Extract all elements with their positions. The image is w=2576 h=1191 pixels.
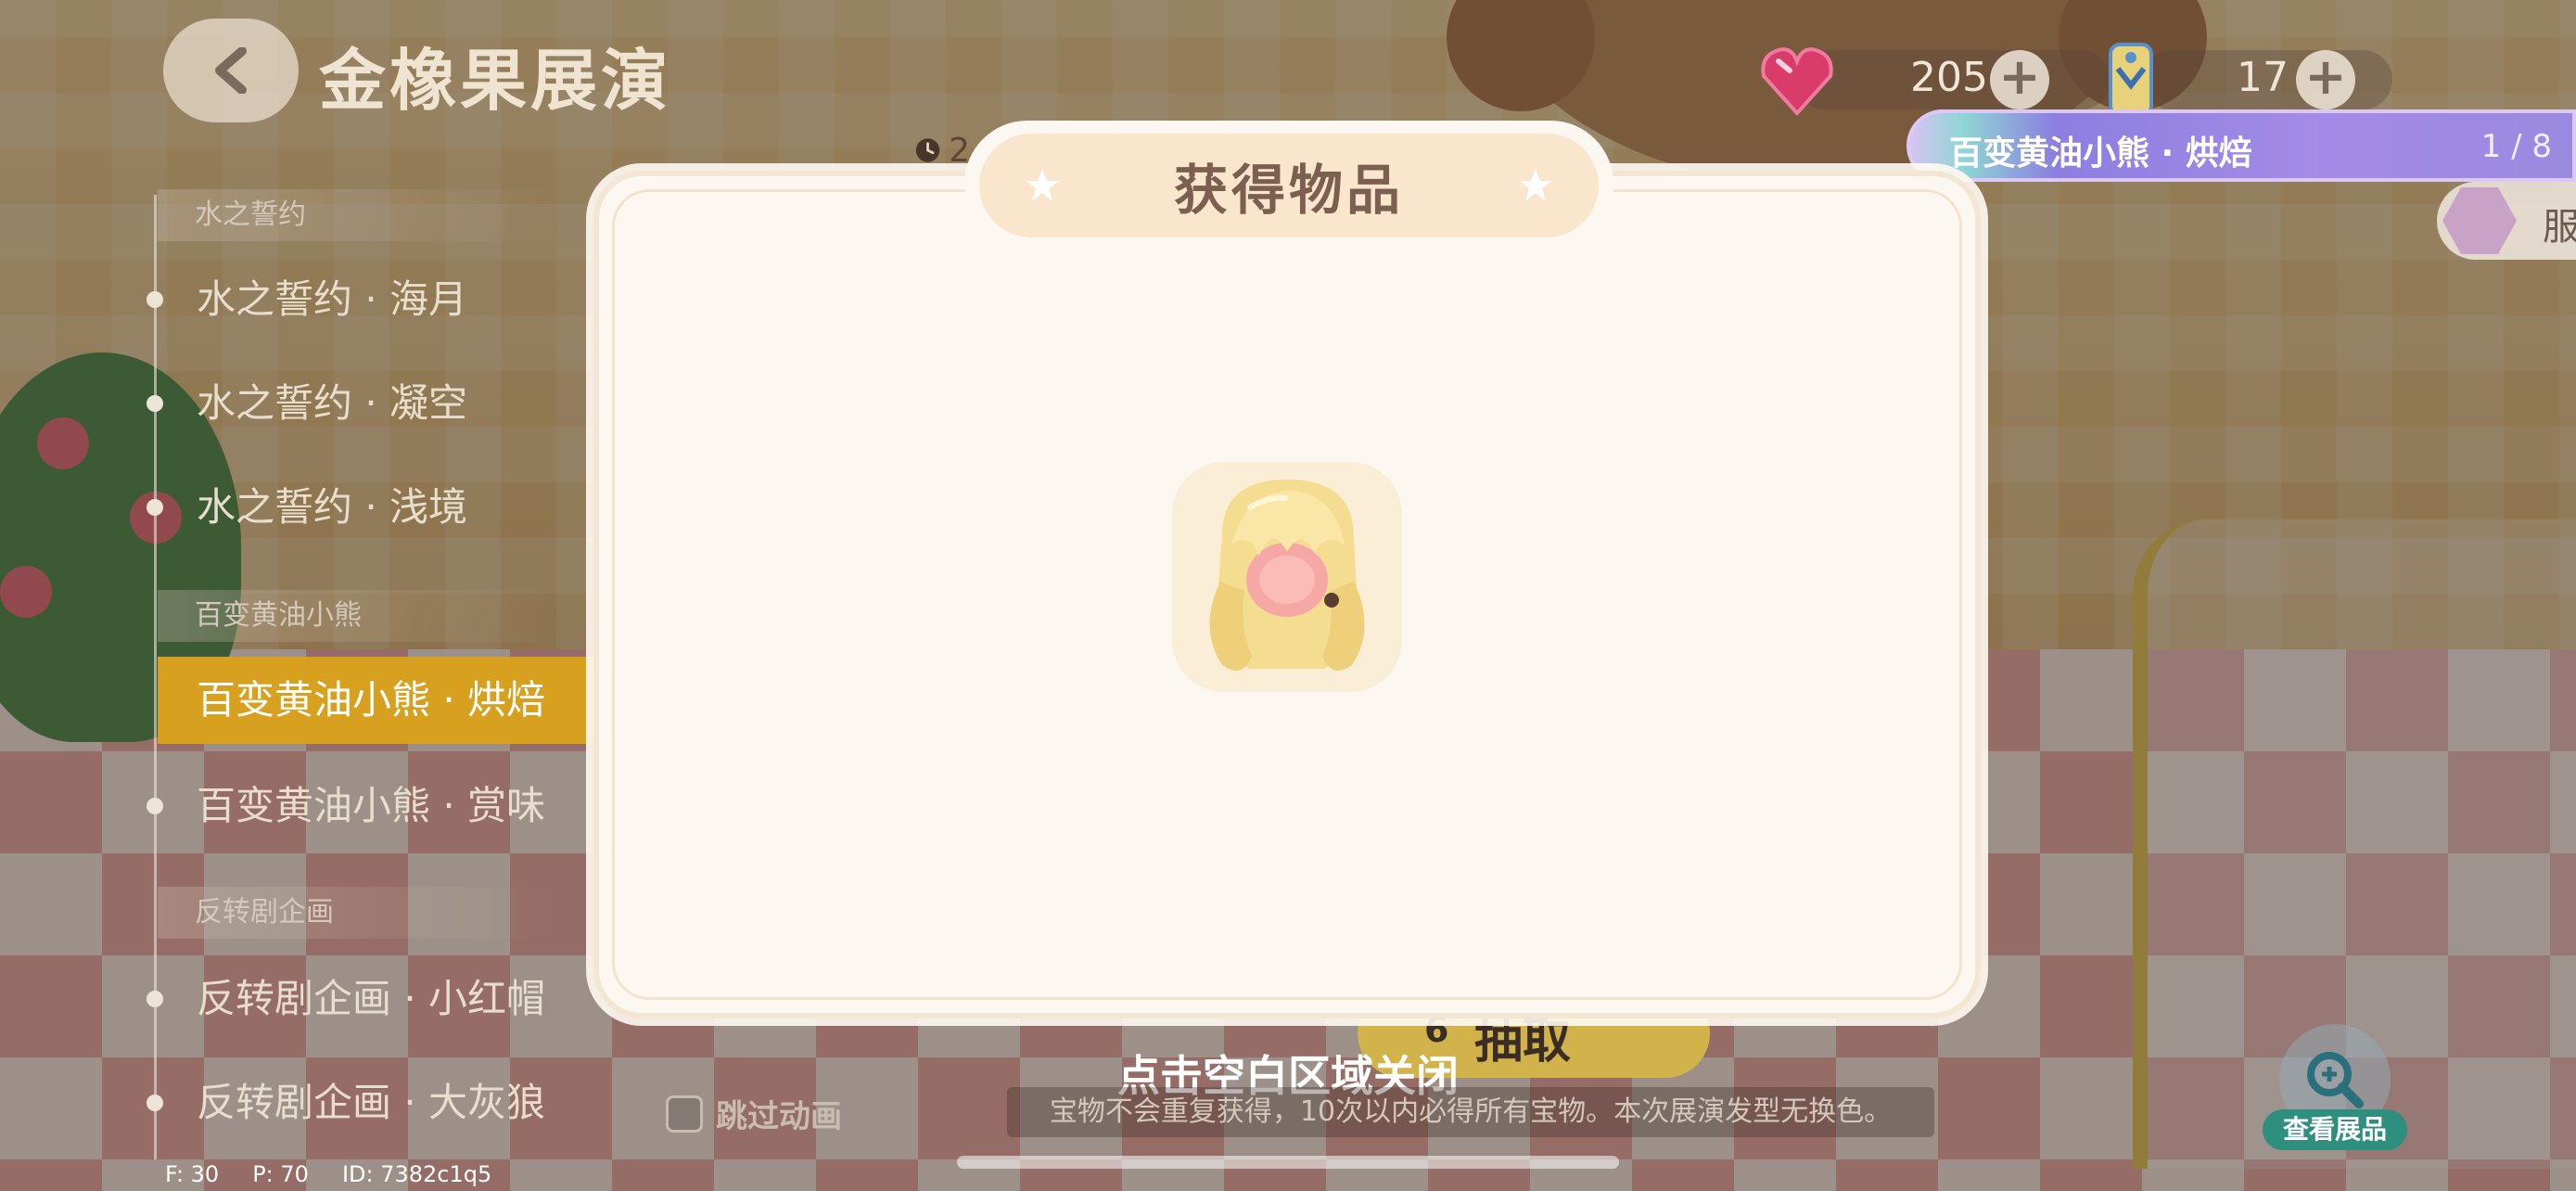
sidebar-group-title: 反转剧企画 xyxy=(158,887,566,939)
debug-ping: P: 70 xyxy=(252,1161,309,1187)
sidebar-item[interactable]: 水之誓约 · 凝空 xyxy=(158,360,593,447)
ticket-counter: 17 + xyxy=(2105,43,2411,117)
draw-rule-note: 宝物不会重复获得，10次以内必得所有宝物。本次展演发型无换色。 xyxy=(1007,1087,1934,1137)
ticket-amount: 17 xyxy=(2237,54,2289,101)
page-title: 金橡果展演 xyxy=(319,42,672,120)
view-exhibits-button[interactable]: 查看展品 xyxy=(2263,1024,2411,1154)
sidebar-item-active[interactable]: 百变黄油小熊 · 烘焙 xyxy=(158,657,593,744)
sidebar-item[interactable]: 反转剧企画 · 小红帽 xyxy=(158,955,593,1043)
debug-fps: F: 30 xyxy=(165,1161,220,1187)
reward-modal-title: 获得物品 xyxy=(1173,159,1404,222)
back-arrow-icon xyxy=(215,47,247,94)
debug-overlay: F: 30 P: 70 ID: 7382c1q5 xyxy=(165,1161,491,1187)
banner-label: 百变黄油小熊 · 烘焙 xyxy=(1949,134,2252,173)
clock-icon xyxy=(915,138,940,162)
sidebar-group-title: 百变黄油小熊 xyxy=(158,590,566,642)
gem-amount: 205 xyxy=(1910,54,1988,101)
star-icon xyxy=(1519,169,1552,201)
sidebar-item[interactable]: 水之誓约 · 海月 xyxy=(158,256,593,343)
reward-item-card[interactable] xyxy=(1172,462,1402,692)
star-icon xyxy=(1026,169,1059,201)
banner-count: 1 / 8 xyxy=(2480,128,2552,165)
outfit-button[interactable]: 服 xyxy=(2437,182,2576,260)
sidebar-item[interactable]: 水之誓约 · 浅境 xyxy=(158,464,593,551)
home-indicator[interactable] xyxy=(957,1156,1619,1169)
view-exhibits-label: 查看展品 xyxy=(2263,1109,2407,1150)
back-button[interactable] xyxy=(163,19,299,122)
draw-ticket-icon xyxy=(2105,41,2157,119)
add-gems-button[interactable]: + xyxy=(1990,50,2049,109)
sidebar-line xyxy=(154,195,157,1159)
gem-counter: 205 + xyxy=(1758,47,2129,116)
debug-id: ID: 7382c1q5 xyxy=(341,1161,492,1187)
reward-modal-header: 获得物品 xyxy=(979,134,1599,237)
shirt-icon xyxy=(2442,187,2517,254)
outfit-button-label: 服 xyxy=(2543,206,2576,249)
sidebar-group-title: 水之誓约 xyxy=(158,189,566,241)
pink-gem-icon xyxy=(1758,43,1836,117)
blonde-twin-tail-hair-icon xyxy=(1209,480,1365,672)
exhibition-sidebar: 水之誓约 水之誓约 · 海月 水之誓约 · 凝空 水之誓约 · 浅境 百变黄油小… xyxy=(0,176,593,1159)
sidebar-item[interactable]: 百变黄油小熊 · 赏味 xyxy=(158,762,593,850)
timer-chip: 2 xyxy=(914,130,970,171)
add-tickets-button[interactable]: + xyxy=(2296,50,2355,109)
exhibition-banner[interactable]: 百变黄油小熊 · 烘焙 1 / 8 xyxy=(1906,109,2576,182)
